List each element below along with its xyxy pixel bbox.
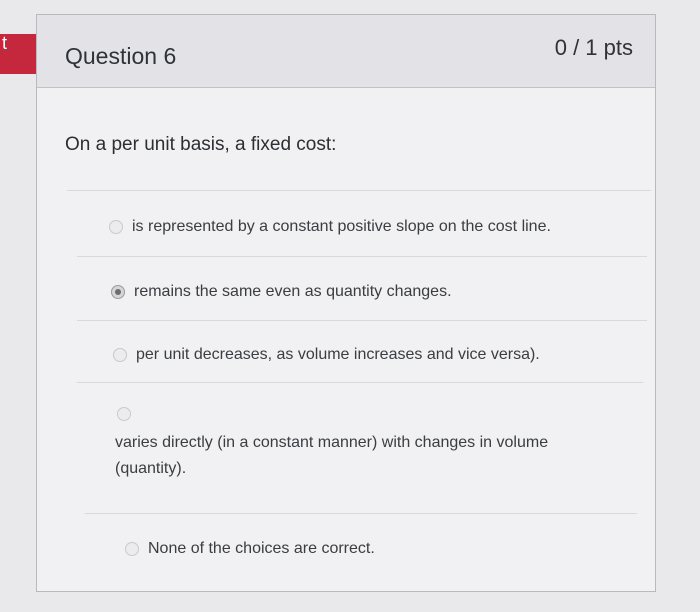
radio-button-selected[interactable]	[111, 285, 125, 299]
answer-option-1[interactable]: is represented by a constant positive sl…	[109, 218, 551, 236]
divider	[77, 256, 647, 257]
question-title: Question 6	[65, 43, 177, 69]
divider	[85, 513, 637, 514]
answer-option-label-line1: varies directly (in a constant manner) w…	[115, 434, 549, 451]
radio-button[interactable]	[109, 220, 123, 234]
answer-option-2[interactable]: remains the same even as quantity change…	[111, 283, 452, 301]
divider	[77, 320, 647, 321]
question-header: Question 6 0 / 1 pts	[37, 15, 655, 88]
question-prompt: On a per unit basis, a fixed cost:	[65, 134, 337, 155]
question-body: On a per unit basis, a fixed cost: is re…	[37, 88, 655, 591]
answer-option-4[interactable]: varies directly (in a constant manner) w…	[115, 404, 548, 482]
question-nav-tab-text: t	[2, 33, 8, 53]
answer-option-5[interactable]: None of the choices are correct.	[125, 540, 375, 558]
radio-button[interactable]	[125, 542, 139, 556]
answer-option-label: is represented by a constant positive sl…	[132, 218, 551, 235]
question-card: Question 6 0 / 1 pts On a per unit basis…	[36, 14, 656, 592]
answer-option-3[interactable]: per unit decreases, as volume increases …	[113, 346, 540, 364]
divider	[67, 190, 651, 191]
answer-option-label-line2: (quantity).	[115, 460, 187, 477]
radio-button[interactable]	[113, 348, 127, 362]
answer-option-label: remains the same even as quantity change…	[134, 283, 452, 300]
divider	[77, 382, 643, 383]
answer-option-label: per unit decreases, as volume increases …	[136, 346, 540, 363]
question-nav-tab[interactable]: t	[0, 33, 54, 74]
radio-button[interactable]	[117, 407, 131, 421]
answer-option-label: None of the choices are correct.	[148, 540, 375, 557]
question-points: 0 / 1 pts	[554, 35, 633, 60]
